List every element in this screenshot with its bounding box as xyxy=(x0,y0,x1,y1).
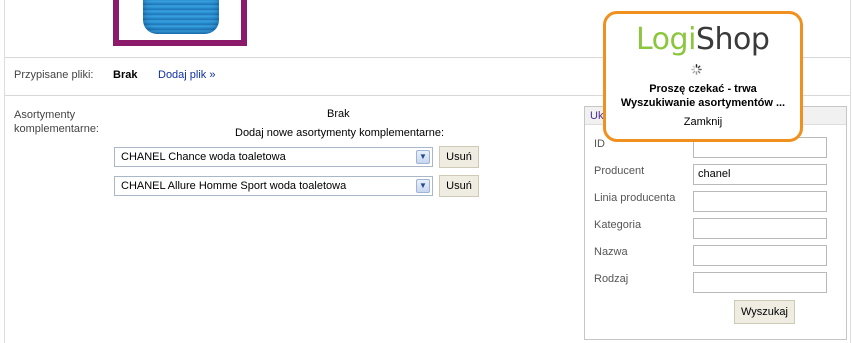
search-panel-title: Uk xyxy=(590,110,604,122)
logo-text-logi: Logi xyxy=(636,22,696,57)
product-image xyxy=(113,0,247,46)
producer-line-input[interactable] xyxy=(693,191,827,212)
perfume-bottle-image xyxy=(143,0,219,34)
content-border-left xyxy=(4,0,5,343)
add-file-link[interactable]: Dodaj plik » xyxy=(158,69,215,81)
field-label-producer: Producent xyxy=(594,165,645,177)
loading-spinner-icon xyxy=(691,64,702,75)
name-input[interactable] xyxy=(693,245,827,266)
logishop-logo: LogiShop xyxy=(636,22,770,57)
chevron-down-icon[interactable]: ▼ xyxy=(416,150,430,164)
field-label-line: Linia producenta xyxy=(594,192,676,204)
files-value: Brak xyxy=(113,69,138,81)
product-image-inner xyxy=(119,0,241,40)
files-label: Przypisane pliki: xyxy=(14,69,94,81)
producer-input[interactable]: chanel xyxy=(693,164,827,185)
search-button[interactable]: Wyszukaj xyxy=(734,300,795,324)
remove-button[interactable]: Usuń xyxy=(439,175,479,197)
logo-text-shop: Shop xyxy=(695,22,770,57)
field-label-name: Nazwa xyxy=(594,246,628,258)
loading-message-line2: Wyszukiwanie asortymentów ... xyxy=(620,97,786,109)
complementary-label: Asortymenty komplementarne: xyxy=(14,109,99,135)
content-border-right xyxy=(850,0,851,343)
field-label-category: Kategoria xyxy=(594,219,642,231)
category-input[interactable] xyxy=(693,218,827,239)
complementary-select-1[interactable]: CHANEL Chance woda toaletowa ▼ xyxy=(114,147,433,167)
complementary-select-2[interactable]: CHANEL Allure Homme Sport woda toaletowa… xyxy=(114,176,433,196)
remove-button[interactable]: Usuń xyxy=(439,146,479,168)
select-value: CHANEL Allure Homme Sport woda toaletowa xyxy=(121,180,347,192)
loading-message-line1: Proszę czekać - trwa xyxy=(649,83,757,95)
close-popup-link[interactable]: Zamknij xyxy=(606,116,800,128)
field-label-type: Rodzaj xyxy=(594,273,629,285)
select-value: CHANEL Chance woda toaletowa xyxy=(121,151,286,163)
add-complementary-text: Dodaj nowe asortymenty komplementarne: xyxy=(235,127,445,139)
complementary-value: Brak xyxy=(327,108,350,120)
field-label-id: ID xyxy=(594,138,605,150)
chevron-down-icon[interactable]: ▼ xyxy=(416,179,430,193)
type-input[interactable] xyxy=(693,272,827,293)
